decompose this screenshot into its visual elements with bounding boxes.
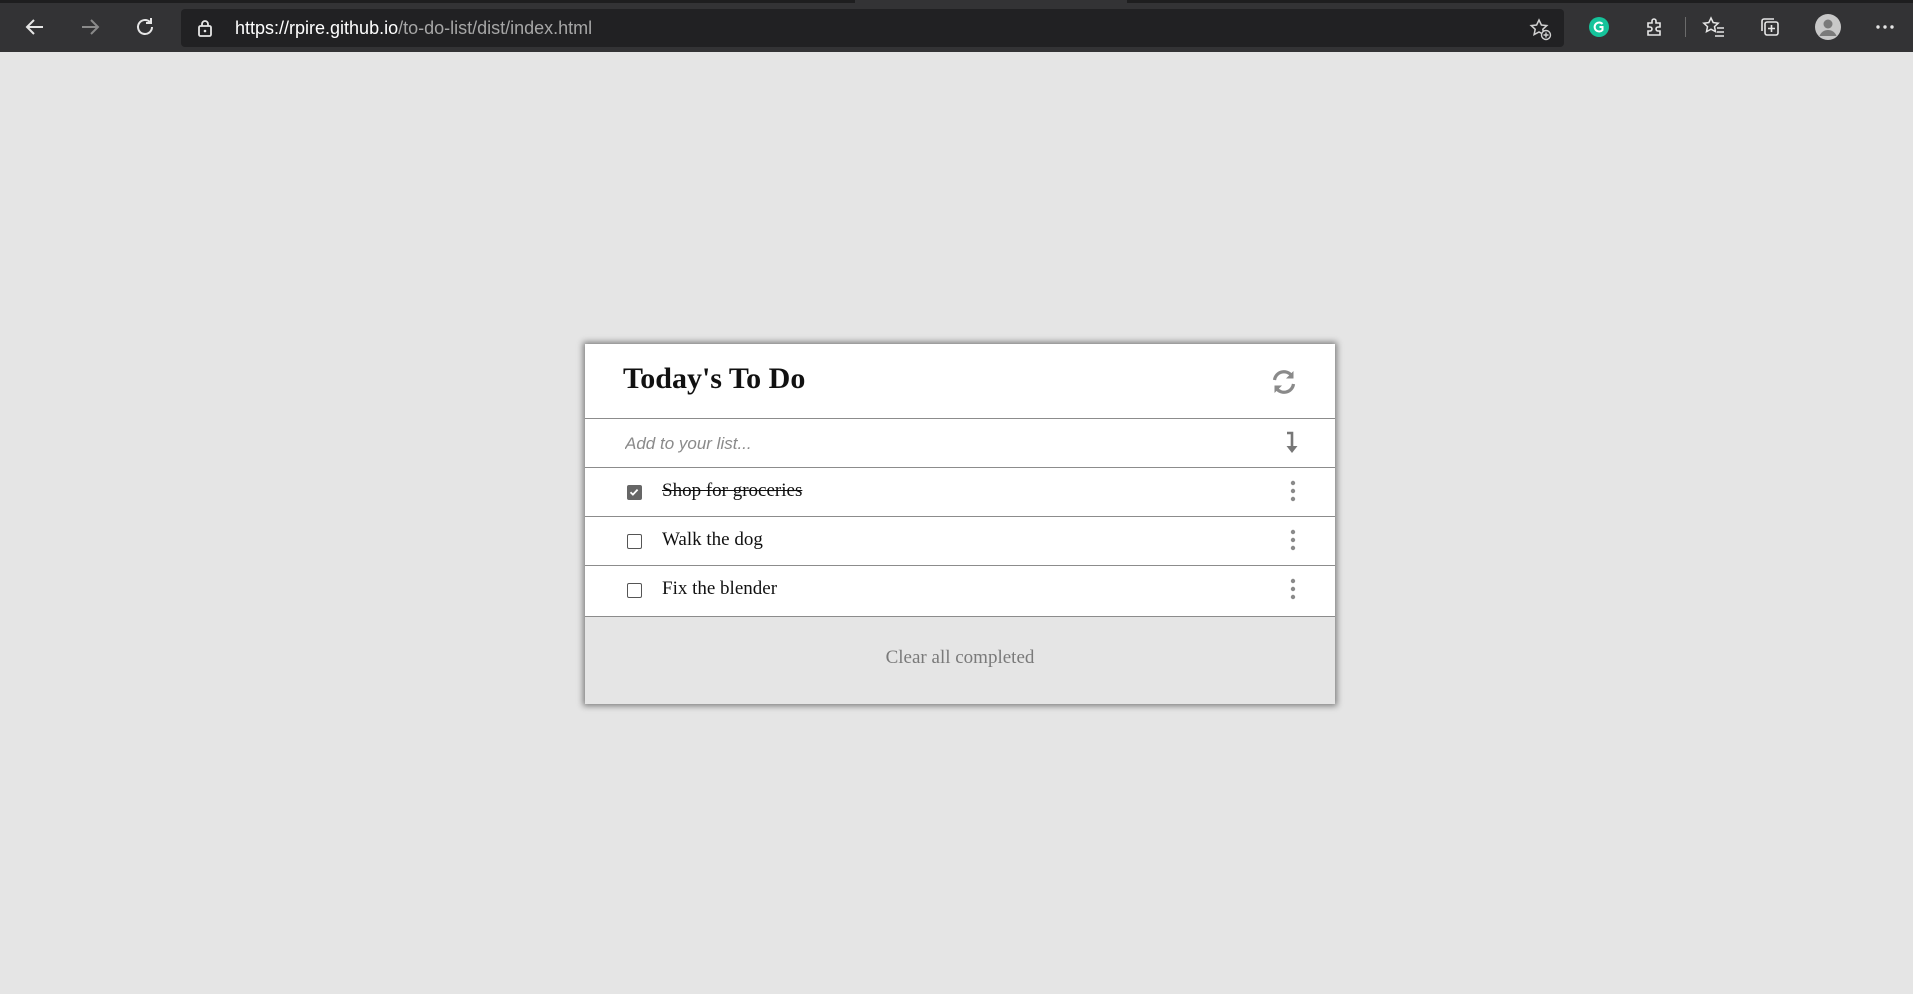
item-label: Shop for groceries xyxy=(662,480,803,501)
todo-header: Today's To Do xyxy=(585,344,1335,419)
list-item: Shop for groceries xyxy=(585,468,1335,517)
clear-completed-button[interactable]: Clear all completed xyxy=(585,647,1335,669)
refresh-icon[interactable] xyxy=(1270,368,1298,396)
page-title: Today's To Do xyxy=(623,362,806,395)
grammarly-button[interactable] xyxy=(1583,11,1615,43)
more-button[interactable] xyxy=(1869,11,1901,43)
vertical-dots-icon[interactable] xyxy=(1290,578,1296,600)
arrow-right-icon xyxy=(82,19,100,35)
item-label: Walk the dog xyxy=(662,529,763,550)
todo-footer: Clear all completed xyxy=(585,616,1335,704)
profile-icon xyxy=(1815,14,1841,40)
lock-icon[interactable] xyxy=(197,19,213,37)
toolbar-divider xyxy=(1685,17,1686,37)
extensions-button[interactable] xyxy=(1639,11,1671,43)
puzzle-icon xyxy=(1647,18,1661,36)
collections-button[interactable] xyxy=(1754,11,1786,43)
more-icon xyxy=(1876,25,1894,29)
browser-toolbar: https://rpire.github.io/to-do-list/dist/… xyxy=(0,0,1913,52)
add-item-input[interactable] xyxy=(623,429,1227,459)
reload-icon xyxy=(137,18,153,35)
address-bar[interactable]: https://rpire.github.io/to-do-list/dist/… xyxy=(181,9,1564,47)
star-plus-icon[interactable] xyxy=(1528,17,1552,41)
forward-button[interactable] xyxy=(74,11,106,43)
vertical-dots-icon[interactable] xyxy=(1290,480,1296,502)
vertical-dots-icon[interactable] xyxy=(1290,529,1296,551)
item-label: Fix the blender xyxy=(662,578,778,599)
address-url[interactable]: https://rpire.github.io/to-do-list/dist/… xyxy=(235,18,592,39)
grammarly-icon xyxy=(1589,17,1609,37)
reload-button[interactable] xyxy=(129,11,161,43)
item-checkbox[interactable] xyxy=(627,485,642,500)
profile-button[interactable] xyxy=(1812,11,1844,43)
arrow-left-icon xyxy=(25,19,43,35)
url-host: https://rpire.github.io xyxy=(235,18,399,38)
list-item: Fix the blender xyxy=(585,566,1335,615)
url-path: /to-do-list/dist/index.html xyxy=(398,18,593,38)
collections-icon xyxy=(1761,18,1779,36)
add-item-row xyxy=(585,419,1335,468)
todo-card: Today's To Do Shop for groceries Walk th… xyxy=(585,344,1335,704)
item-checkbox[interactable] xyxy=(627,583,642,598)
favorites-button[interactable] xyxy=(1698,11,1730,43)
list-item: Walk the dog xyxy=(585,517,1335,566)
check-icon xyxy=(629,488,639,496)
back-button[interactable] xyxy=(19,11,51,43)
item-checkbox[interactable] xyxy=(627,534,642,549)
tab-strip xyxy=(0,0,1913,3)
enter-icon[interactable] xyxy=(1285,431,1299,455)
active-tab[interactable] xyxy=(855,0,1127,3)
favorites-icon xyxy=(1702,16,1724,37)
